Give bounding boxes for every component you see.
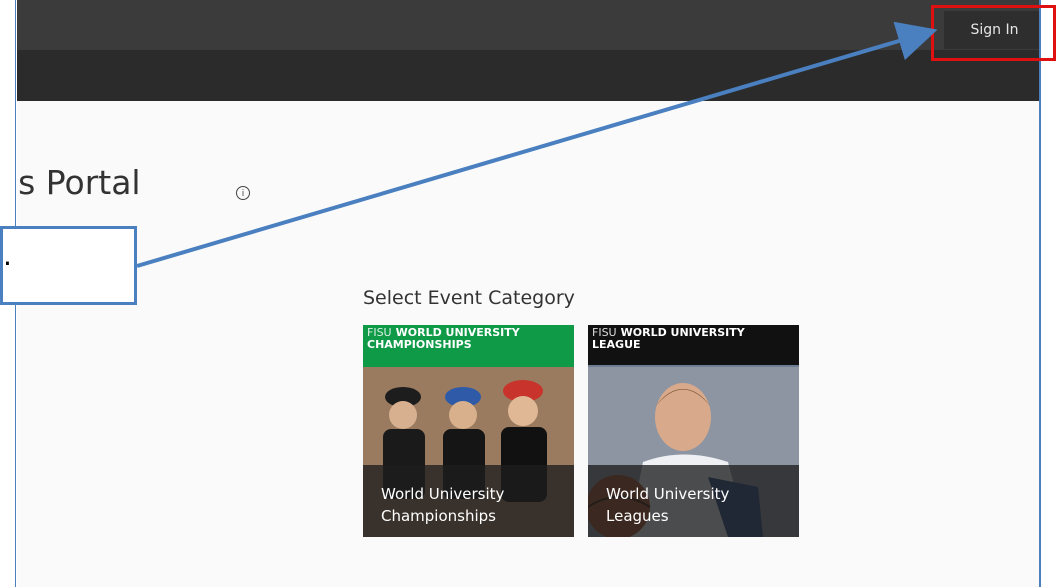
fisu-logo-text: FISU <box>367 326 392 339</box>
banner-line2: CHAMPIONSHIPS <box>367 338 472 351</box>
sign-in-highlight-box <box>931 5 1056 61</box>
page-title: ons Portal <box>17 163 141 202</box>
caption-line1: World University <box>381 485 505 503</box>
fisu-logo-text: FISU <box>592 326 617 339</box>
tile-banner: FISU WORLD UNIVERSITY LEAGUE <box>588 325 799 367</box>
tile-world-university-championships[interactable]: FISU WORLD UNIVERSITY CHAMPIONSHIPS World… <box>363 325 574 537</box>
portal-screenshot: Sign In ons Portal i Select Event Catego… <box>17 0 1039 587</box>
callout-box: . <box>0 226 137 305</box>
tile-banner: FISU WORLD UNIVERSITY CHAMPIONSHIPS <box>363 325 574 367</box>
screenshot-right-border <box>1039 0 1041 587</box>
caption-line1: World University <box>606 485 730 503</box>
info-icon[interactable]: i <box>236 186 250 200</box>
tile-caption: World University Championships <box>363 465 574 537</box>
caption-line2: Championships <box>381 507 496 525</box>
nav-bar <box>17 50 1039 101</box>
tile-caption: World University Leagues <box>588 465 799 537</box>
select-event-category-heading: Select Event Category <box>363 287 575 309</box>
top-bar <box>17 0 1039 50</box>
callout-text: . <box>3 239 12 272</box>
caption-line2: Leagues <box>606 507 669 525</box>
banner-line2: LEAGUE <box>592 338 641 351</box>
tile-world-university-leagues[interactable]: FISU WORLD UNIVERSITY LEAGUE World Univer… <box>588 325 799 537</box>
